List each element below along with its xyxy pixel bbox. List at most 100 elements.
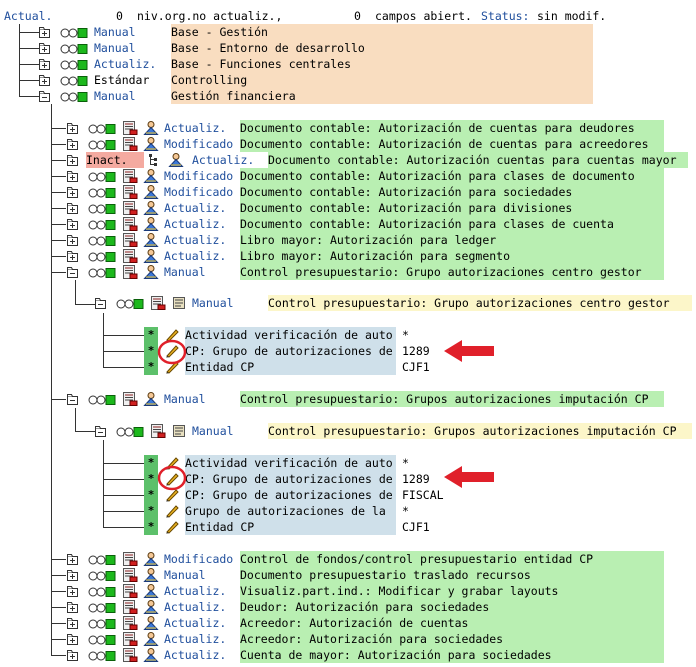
field-name[interactable]: Actividad verificación de auto (185, 327, 396, 343)
pencil-icon[interactable] (164, 520, 180, 534)
highlight-circle (157, 339, 187, 365)
object-title[interactable]: Visualiz.part.ind.: Modificar y grabar l… (240, 583, 664, 599)
folder-icon[interactable] (95, 298, 106, 309)
field-name[interactable]: Actividad verificación de auto (185, 455, 396, 471)
folder-icon[interactable] (39, 27, 50, 38)
object-title[interactable]: Control presupuestario: Grupos autorizac… (240, 391, 664, 407)
node-title[interactable]: Controlling (171, 72, 593, 88)
object-status[interactable]: Actualiz. (164, 232, 226, 248)
field-name[interactable]: Grupo de autorizaciones de la (185, 503, 396, 519)
object-title[interactable]: Acreedor: Autorización de cuentas (240, 615, 664, 631)
object-status[interactable]: Modificado (164, 136, 233, 152)
folder-icon[interactable] (67, 123, 78, 134)
object-title[interactable]: Documento contable: Autorización para di… (240, 200, 664, 216)
node-title[interactable]: Base - Entorno de desarrollo (171, 40, 593, 56)
object-status[interactable]: Modificado (164, 168, 233, 184)
folder-icon[interactable] (67, 155, 78, 166)
folder-icon[interactable] (67, 650, 78, 661)
node-title[interactable]: Base - Funciones centrales (171, 56, 593, 72)
node-status[interactable]: Manual (94, 88, 136, 104)
folder-icon[interactable] (39, 43, 50, 54)
object-title[interactable]: Deudor: Autorización para sociedades (240, 599, 664, 615)
tree-line (51, 399, 66, 400)
object-title[interactable]: Documento contable: Autorización para cl… (240, 168, 664, 184)
folder-icon[interactable] (39, 91, 50, 102)
traffic-light-icon (88, 203, 118, 214)
document-icon (122, 233, 138, 247)
node-status[interactable]: Manual (94, 40, 136, 56)
folder-icon[interactable] (67, 602, 78, 613)
object-status[interactable]: Actualiz. (192, 152, 254, 168)
object-status[interactable]: Actualiz. (164, 248, 226, 264)
object-status[interactable]: Actualiz. (164, 615, 226, 631)
object-title[interactable]: Documento contable: Autorización para cl… (240, 216, 664, 232)
object-status[interactable]: Modificado (164, 184, 233, 200)
folder-icon[interactable] (39, 59, 50, 70)
folder-icon[interactable] (67, 267, 78, 278)
folder-icon[interactable] (67, 394, 78, 405)
field-value[interactable]: CJF1 (402, 519, 696, 535)
object-title[interactable]: Control presupuestario: Grupo autorizaci… (240, 264, 664, 280)
object-title[interactable]: Acreedor: Autorización para sociedades (240, 631, 664, 647)
object-status[interactable]: Modificado (164, 551, 233, 567)
field-name[interactable]: CP: Grupo de autorizaciones de (185, 487, 396, 503)
folder-icon[interactable] (95, 426, 106, 437)
folder-icon[interactable] (67, 554, 78, 565)
header-status-label: Actual. (4, 9, 53, 23)
object-status-inactive[interactable]: Inact. (86, 152, 144, 168)
object-title[interactable]: Libro mayor: Autorización para segmento (240, 248, 664, 264)
tree-line (103, 440, 104, 528)
auth-title[interactable]: Control presupuestario: Grupo autorizaci… (268, 295, 692, 311)
object-status[interactable]: Actualiz. (164, 631, 226, 647)
field-name[interactable]: CP: Grupo de autorizaciones de (185, 471, 396, 487)
document-icon (122, 201, 138, 215)
folder-icon[interactable] (67, 634, 78, 645)
tree-line (75, 431, 95, 432)
traffic-light-icon (88, 235, 118, 246)
field-value[interactable]: FISCAL (402, 487, 696, 503)
folder-icon[interactable] (67, 171, 78, 182)
node-title[interactable]: Gestión financiera (171, 88, 593, 104)
auth-status[interactable]: Manual (192, 423, 234, 439)
folder-icon[interactable] (67, 139, 78, 150)
person-icon (168, 153, 184, 167)
auth-title[interactable]: Control presupuestario: Grupos autorizac… (268, 423, 692, 439)
object-title[interactable]: Documento contable: Autorización de cuen… (240, 120, 664, 136)
node-status[interactable]: Manual (94, 24, 136, 40)
node-title[interactable]: Base - Gestión (171, 24, 593, 40)
object-title[interactable]: Documento contable: Autorización para so… (240, 184, 664, 200)
folder-icon[interactable] (67, 187, 78, 198)
folder-icon[interactable] (67, 570, 78, 581)
object-status[interactable]: Actualiz. (164, 599, 226, 615)
folder-icon[interactable] (67, 586, 78, 597)
object-status[interactable]: Actualiz. (164, 583, 226, 599)
object-status[interactable]: Actualiz. (164, 216, 226, 232)
field-value[interactable]: * (402, 503, 696, 519)
object-status[interactable]: Manual (164, 264, 206, 280)
folder-icon[interactable] (67, 235, 78, 246)
object-status[interactable]: Actualiz. (164, 200, 226, 216)
field-name[interactable]: Entidad CP (185, 519, 396, 535)
object-title[interactable]: Documento contable: Autorización cuentas… (268, 152, 688, 168)
node-status[interactable]: Estándar (94, 72, 149, 88)
object-title[interactable]: Documento presupuestario traslado recurs… (240, 567, 664, 583)
folder-icon[interactable] (67, 251, 78, 262)
object-status[interactable]: Actualiz. (164, 120, 226, 136)
folder-icon[interactable] (67, 203, 78, 214)
folder-icon[interactable] (67, 219, 78, 230)
folder-icon[interactable] (67, 618, 78, 629)
tree-line (75, 280, 76, 305)
auth-status[interactable]: Manual (192, 295, 234, 311)
field-name[interactable]: CP: Grupo de autorizaciones de (185, 343, 396, 359)
object-status[interactable]: Manual (164, 567, 206, 583)
object-title[interactable]: Cuenta de mayor: Autorización para socie… (240, 647, 664, 663)
node-status[interactable]: Actualiz. (94, 56, 156, 72)
field-name[interactable]: Entidad CP (185, 359, 396, 375)
folder-icon[interactable] (39, 75, 50, 86)
object-title[interactable]: Libro mayor: Autorización para ledger (240, 232, 664, 248)
pencil-icon[interactable] (164, 504, 180, 518)
object-title[interactable]: Documento contable: Autorización de cuen… (240, 136, 664, 152)
object-title[interactable]: Control de fondos/control presupuestario… (240, 551, 664, 567)
object-status[interactable]: Manual (164, 391, 206, 407)
object-status[interactable]: Actualiz. (164, 647, 226, 663)
